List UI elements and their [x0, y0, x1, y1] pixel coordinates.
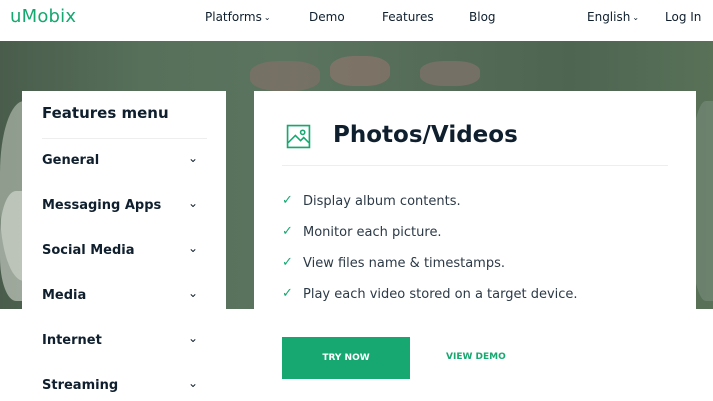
menu-item-label: Media	[42, 288, 87, 303]
language-selector[interactable]: English ⌄	[587, 10, 639, 24]
features-menu-title: Features menu	[42, 104, 169, 122]
menu-item-internet[interactable]: Internet ⌄	[22, 326, 226, 356]
feature-title: Photos/Videos	[333, 122, 518, 148]
site-header: uMobix Platforms ⌄ Demo Features Blog Eng…	[0, 0, 713, 41]
login-link[interactable]: Log In	[665, 10, 701, 24]
feature-text: View files name & timestamps.	[303, 256, 505, 271]
divider	[282, 165, 668, 166]
chevron-down-icon: ⌄	[188, 331, 199, 345]
menu-item-messaging-apps[interactable]: Messaging Apps ⌄	[22, 191, 226, 221]
feature-text: Play each video stored on a target devic…	[303, 287, 578, 302]
hero-blur-shape	[420, 61, 480, 86]
divider	[42, 138, 207, 139]
feature-text: Monitor each picture.	[303, 225, 442, 240]
chevron-down-icon: ⌄	[188, 286, 199, 300]
menu-item-label: Messaging Apps	[42, 198, 162, 213]
feature-text: Display album contents.	[303, 194, 461, 209]
chevron-down-icon: ⌄	[263, 13, 271, 22]
menu-item-social-media[interactable]: Social Media ⌄	[22, 236, 226, 266]
language-label: English	[587, 10, 631, 24]
menu-item-media[interactable]: Media ⌄	[22, 281, 226, 311]
try-now-button[interactable]: TRY NOW	[282, 337, 410, 379]
nav-platforms[interactable]: Platforms ⌄	[205, 10, 271, 24]
chevron-down-icon: ⌄	[188, 151, 199, 165]
chevron-down-icon: ⌄	[188, 241, 199, 255]
features-menu-card: Features menu General ⌄ Messaging Apps ⌄…	[22, 91, 226, 401]
view-demo-link[interactable]: VIEW DEMO	[446, 352, 506, 362]
hero-blur-shape	[250, 61, 320, 91]
checkmark-icon: ✓	[282, 255, 293, 270]
checkmark-icon: ✓	[282, 193, 293, 208]
menu-item-label: Social Media	[42, 243, 135, 258]
menu-item-streaming[interactable]: Streaming ⌄	[22, 371, 226, 401]
nav-features[interactable]: Features	[382, 10, 434, 24]
menu-item-general[interactable]: General ⌄	[22, 146, 226, 176]
checkmark-icon: ✓	[282, 224, 293, 239]
feature-content-card: Photos/Videos ✓ Display album contents. …	[254, 91, 696, 401]
chevron-down-icon: ⌄	[188, 196, 199, 210]
umobix-logo[interactable]: uMobix	[10, 6, 76, 27]
nav-demo[interactable]: Demo	[309, 10, 345, 24]
menu-item-label: General	[42, 153, 100, 168]
hero-blur-shape	[330, 56, 390, 86]
chevron-down-icon: ⌄	[632, 13, 640, 22]
chevron-down-icon: ⌄	[188, 376, 199, 390]
menu-item-label: Internet	[42, 333, 102, 348]
checkmark-icon: ✓	[282, 286, 293, 301]
image-icon	[286, 124, 311, 149]
nav-blog[interactable]: Blog	[469, 10, 496, 24]
menu-item-label: Streaming	[42, 378, 119, 393]
nav-platforms-label: Platforms	[205, 10, 262, 24]
